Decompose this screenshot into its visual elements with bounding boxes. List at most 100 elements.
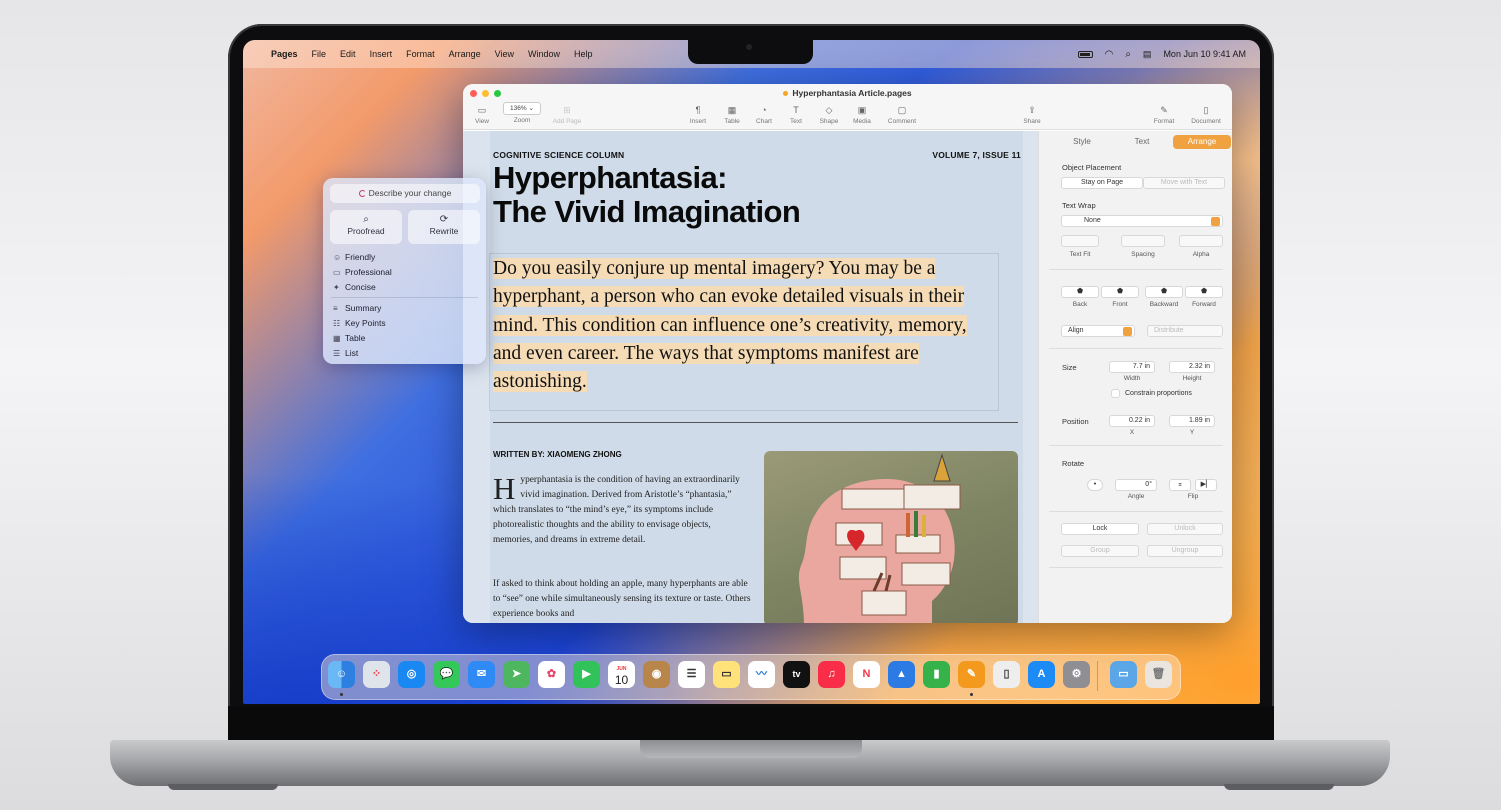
menu-view[interactable]: View — [495, 49, 514, 59]
news-icon[interactable]: N — [853, 661, 880, 688]
photos-icon[interactable]: ✿ — [538, 661, 565, 688]
app-store-icon[interactable]: A — [1028, 661, 1055, 688]
alpha-field[interactable] — [1179, 235, 1223, 247]
y-position-field[interactable]: 1.89 in — [1169, 415, 1215, 427]
toolbar-media-button[interactable]: ▣ Media — [840, 104, 884, 125]
menu-format[interactable]: Format — [406, 49, 435, 59]
key-points-item[interactable]: ☷ Key Points — [333, 316, 386, 330]
height-field[interactable]: 2.32 in — [1169, 361, 1215, 373]
article-headline[interactable]: Hyperphantasia: The Vivid Imagination — [493, 161, 853, 229]
notes-icon[interactable]: ▭ — [713, 661, 740, 688]
inspector-tab-style[interactable]: Style — [1053, 135, 1111, 149]
menu-arrange[interactable]: Arrange — [449, 49, 481, 59]
messages-icon[interactable]: 💬 — [433, 661, 460, 688]
comment-icon: ▢ — [897, 105, 907, 115]
tone-concise-item[interactable]: ✦ Concise — [333, 280, 376, 294]
lock-button[interactable]: Lock — [1061, 523, 1139, 535]
proofread-label: Proofread — [347, 226, 385, 236]
bring-forward-button[interactable]: ⬟ — [1185, 286, 1223, 298]
proofread-button[interactable]: ⌕ Proofread — [330, 210, 402, 244]
trash-icon[interactable]: 🗑 — [1145, 661, 1172, 688]
maps-icon[interactable]: ➤ — [503, 661, 530, 688]
inspector-tab-arrange[interactable]: Arrange — [1173, 135, 1231, 149]
toolbar-add-page-label: Add Page — [552, 118, 582, 125]
unlock-button[interactable]: Unlock — [1147, 523, 1223, 535]
align-select[interactable]: Align — [1061, 325, 1135, 337]
pages-icon[interactable]: ✎ — [958, 661, 985, 688]
move-with-text-button[interactable]: Move with Text — [1143, 177, 1225, 189]
width-field[interactable]: 7.7 in — [1109, 361, 1155, 373]
ungroup-button[interactable]: Ungroup — [1147, 545, 1223, 557]
system-settings-icon[interactable]: ⚙ — [1063, 661, 1090, 688]
toolbar-add-page-button[interactable]: ⊞ Add Page — [545, 104, 589, 125]
toolbar-comment-button[interactable]: ▢ Comment — [880, 104, 924, 125]
music-icon[interactable]: ♫ — [818, 661, 845, 688]
article-lede-selected[interactable]: Do you easily conjure up mental imagery?… — [493, 255, 988, 396]
toolbar-insert-label: Insert — [689, 118, 707, 125]
document-canvas[interactable]: COGNITIVE SCIENCE COLUMN VOLUME 7, ISSUE… — [463, 131, 1038, 623]
toolbar-share-button[interactable]: ⇪ Share — [1010, 104, 1054, 125]
text-wrap-label: Text Wrap — [1062, 201, 1096, 210]
describe-change-input[interactable]: Describe your change — [330, 184, 480, 203]
launchpad-icon[interactable]: ⁘ — [363, 661, 390, 688]
wifi-icon[interactable]: ◠ — [1105, 49, 1114, 60]
menu-insert[interactable]: Insert — [370, 49, 393, 59]
toolbar-format-button[interactable]: ✎ Format — [1142, 104, 1186, 125]
bring-to-front-button[interactable]: ⬟ — [1101, 286, 1139, 298]
text-fit-buttons[interactable] — [1061, 235, 1099, 247]
constrain-proportions-checkbox[interactable] — [1111, 389, 1120, 398]
flip-horizontal-button[interactable]: ▶▏ — [1195, 479, 1217, 491]
reminders-icon[interactable]: ☰ — [678, 661, 705, 688]
apple-intelligence-icon — [358, 190, 366, 197]
angle-field[interactable]: 0° — [1115, 479, 1157, 491]
battery-icon[interactable] — [1077, 50, 1093, 58]
flip-vertical-button[interactable]: ⌅ — [1169, 479, 1191, 491]
menu-window[interactable]: Window — [528, 49, 560, 59]
tone-professional-item[interactable]: ▭ Professional — [333, 265, 392, 279]
list-item[interactable]: ☰ List — [333, 346, 358, 360]
toolbar-view-label: View — [475, 118, 489, 125]
calendar-icon[interactable]: JUN 10 — [608, 661, 635, 688]
menu-clock[interactable]: Mon Jun 10 9:41 AM — [1163, 49, 1246, 59]
finder-icon[interactable]: ☺ — [328, 661, 355, 688]
downloads-folder-icon[interactable]: ▭ — [1110, 661, 1137, 688]
spacing-field[interactable] — [1121, 235, 1165, 247]
send-to-back-button[interactable]: ⬟ — [1061, 286, 1099, 298]
rewrite-button[interactable]: ⟳ Rewrite — [408, 210, 480, 244]
text-wrap-select[interactable]: None — [1061, 215, 1223, 227]
article-body-paragraph-2[interactable]: If asked to think about holding an apple… — [493, 577, 753, 622]
summary-item[interactable]: ≡ Summary — [333, 301, 381, 315]
toolbar-document-button[interactable]: ▯ Document — [1184, 104, 1228, 125]
freeform-icon[interactable]: 〰 — [748, 661, 775, 688]
toolbar-view-button[interactable]: ▭ View — [463, 104, 504, 125]
article-illustration[interactable] — [764, 451, 1018, 623]
x-position-field[interactable]: 0.22 in — [1109, 415, 1155, 427]
contacts-icon[interactable]: ◉ — [643, 661, 670, 688]
mail-icon[interactable]: ✉ — [468, 661, 495, 688]
menu-edit[interactable]: Edit — [340, 49, 356, 59]
tone-friendly-item[interactable]: ☺ Friendly — [333, 250, 375, 264]
article-body-paragraph-1[interactable]: Hyperphantasia is the condition of havin… — [493, 473, 748, 548]
iphone-mirroring-icon[interactable]: ▯ — [993, 661, 1020, 688]
facetime-icon[interactable]: ▶ — [573, 661, 600, 688]
window-toolbar: Hyperphantasia Article.pages ▭ View 136% … — [463, 84, 1232, 130]
control-center-icon[interactable]: ▤ — [1143, 49, 1152, 60]
apple-tv-icon[interactable]: tv — [783, 661, 810, 688]
menu-app-name[interactable]: Pages — [271, 49, 298, 59]
safari-icon[interactable]: ◎ — [398, 661, 425, 688]
inspector-tab-text[interactable]: Text — [1113, 135, 1171, 149]
distribute-select[interactable]: Distribute — [1147, 325, 1223, 337]
menu-help[interactable]: Help — [574, 49, 593, 59]
numbers-icon[interactable]: ▮ — [923, 661, 950, 688]
send-backward-button[interactable]: ⬟ — [1145, 286, 1183, 298]
table-item[interactable]: ▦ Table — [333, 331, 365, 345]
x-label: X — [1129, 429, 1135, 436]
toolbar-comment-label: Comment — [887, 118, 917, 125]
menu-file[interactable]: File — [312, 49, 327, 59]
stay-on-page-button[interactable]: Stay on Page — [1061, 177, 1143, 189]
zoom-dropdown[interactable]: 136% ⌄ — [503, 102, 541, 115]
keynote-icon[interactable]: ▲ — [888, 661, 915, 688]
rotate-wheel[interactable]: • — [1087, 479, 1103, 491]
spotlight-search-icon[interactable]: ⌕ — [1125, 49, 1131, 60]
group-button[interactable]: Group — [1061, 545, 1139, 557]
